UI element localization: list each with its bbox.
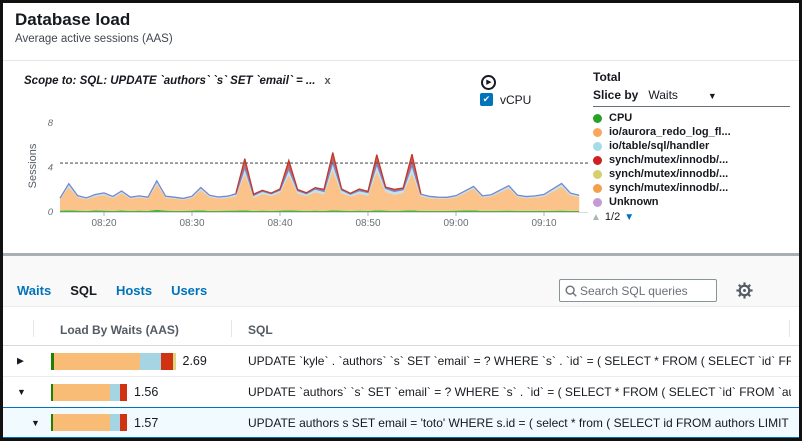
- scope-close-icon[interactable]: x: [324, 75, 330, 87]
- legend-color-dot: [593, 156, 602, 165]
- header-separator: [231, 320, 232, 337]
- y-axis-label: Sessions: [27, 144, 39, 189]
- svg-text:8: 8: [48, 118, 54, 129]
- page-title: Database load: [15, 10, 130, 30]
- slice-by-dropdown[interactable]: Slice by Waits ▼: [593, 88, 717, 102]
- legend-item[interactable]: Unknown: [593, 195, 731, 209]
- total-label: Total: [593, 70, 621, 84]
- check-icon: ✔: [483, 94, 491, 105]
- sql-cell: UPDATE `authors` `s` SET `email` = ? WHE…: [248, 377, 791, 407]
- legend-color-dot: [593, 142, 602, 151]
- load-cell: 2.69: [51, 346, 207, 376]
- dimension-tabs: Waits SQL Hosts Users: [17, 283, 207, 298]
- search-input[interactable]: [578, 283, 712, 299]
- scope-filter-label: Scope to: SQL: UPDATE `authors` `s` SET …: [24, 75, 315, 87]
- sql-table-row[interactable]: ▶ 2.69 UPDATE `kyle` . `authors` `s` SET…: [3, 346, 799, 377]
- legend-item[interactable]: io/table/sql/handler: [593, 139, 731, 153]
- sql-table-row-selected[interactable]: ▼ 1.57 UPDATE authors s SET email = 'tot…: [3, 407, 799, 438]
- tab-hosts[interactable]: Hosts: [116, 283, 152, 298]
- scope-filter-chip: Scope to: SQL: UPDATE `authors` `s` SET …: [24, 75, 331, 87]
- top-sql-panel: Waits SQL Hosts Users: [3, 256, 799, 441]
- load-bar: [51, 353, 176, 370]
- play-icon[interactable]: ▶: [481, 75, 496, 90]
- legend-pagination: ▲ 1/2 ▼: [591, 211, 634, 223]
- header-divider: [3, 60, 799, 61]
- header-separator: [33, 320, 34, 337]
- collapse-arrow-icon[interactable]: ▼: [31, 418, 40, 428]
- slice-by-underline: [593, 106, 790, 107]
- tab-sql[interactable]: SQL: [70, 283, 97, 298]
- legend-item[interactable]: io/aurora_redo_log_fl...: [593, 125, 731, 139]
- legend-item[interactable]: synch/mutex/innodb/...: [593, 153, 731, 167]
- tab-waits[interactable]: Waits: [17, 283, 51, 298]
- load-bar: [51, 384, 127, 401]
- load-value: 1.56: [134, 385, 158, 399]
- sql-search-box[interactable]: [559, 279, 717, 302]
- legend-item[interactable]: synch/mutex/innodb/...: [593, 181, 731, 195]
- page-subtitle: Average active sessions (AAS): [15, 33, 173, 45]
- svg-text:4: 4: [48, 163, 53, 174]
- svg-text:08:50: 08:50: [355, 218, 380, 229]
- legend-page-indicator: 1/2: [605, 211, 620, 223]
- legend-color-dot: [593, 128, 602, 137]
- legend-color-dot: [593, 184, 602, 193]
- vcpu-checkbox[interactable]: ✔: [480, 93, 493, 106]
- legend-item[interactable]: CPU: [593, 111, 731, 125]
- sql-cell: UPDATE authors s SET email = 'toto' WHER…: [248, 408, 791, 437]
- load-bar: [51, 414, 127, 431]
- legend-color-dot: [593, 114, 602, 123]
- gear-icon[interactable]: [736, 282, 753, 299]
- legend-color-dot: [593, 170, 602, 179]
- performance-insights-panel: 08:20 08:30 08:40 08:50 09:00 09:10 0 4 8 Databa…: [0, 0, 802, 441]
- svg-text:09:10: 09:10: [531, 218, 556, 229]
- page-down-icon[interactable]: ▼: [624, 212, 634, 223]
- load-value: 2.69: [183, 354, 207, 368]
- search-icon: [564, 284, 578, 298]
- svg-text:0: 0: [48, 207, 54, 218]
- slice-by-value: Waits: [648, 88, 678, 102]
- page-up-icon[interactable]: ▲: [591, 212, 601, 223]
- chevron-down-icon: ▼: [708, 91, 717, 101]
- svg-text:08:40: 08:40: [267, 218, 292, 229]
- legend-color-dot: [593, 198, 602, 207]
- column-header-sql[interactable]: SQL: [248, 323, 273, 337]
- vcpu-label: vCPU: [500, 93, 531, 107]
- load-cell: 1.57: [51, 408, 158, 437]
- svg-text:08:30: 08:30: [179, 218, 204, 229]
- load-cell: 1.56: [51, 377, 158, 407]
- svg-text:08:20: 08:20: [91, 218, 116, 229]
- column-header-load[interactable]: Load By Waits (AAS): [60, 323, 179, 337]
- wait-legend: CPU io/aurora_redo_log_fl... io/table/sq…: [593, 111, 731, 209]
- database-load-panel: 08:20 08:30 08:40 08:50 09:00 09:10 0 4 8 Databa…: [3, 3, 799, 256]
- header-separator: [789, 320, 790, 337]
- legend-item[interactable]: synch/mutex/innodb/...: [593, 167, 731, 181]
- svg-text:09:00: 09:00: [443, 218, 468, 229]
- sql-cell: UPDATE `kyle` . `authors` `s` SET `email…: [248, 346, 791, 376]
- tab-users[interactable]: Users: [171, 283, 207, 298]
- load-value: 1.57: [134, 416, 158, 430]
- sql-table-row[interactable]: ▼ 1.56 UPDATE `authors` `s` SET `email` …: [3, 377, 799, 407]
- expand-arrow-icon[interactable]: ▶: [17, 356, 24, 367]
- slice-by-label: Slice by: [593, 88, 638, 102]
- collapse-arrow-icon[interactable]: ▼: [17, 387, 26, 397]
